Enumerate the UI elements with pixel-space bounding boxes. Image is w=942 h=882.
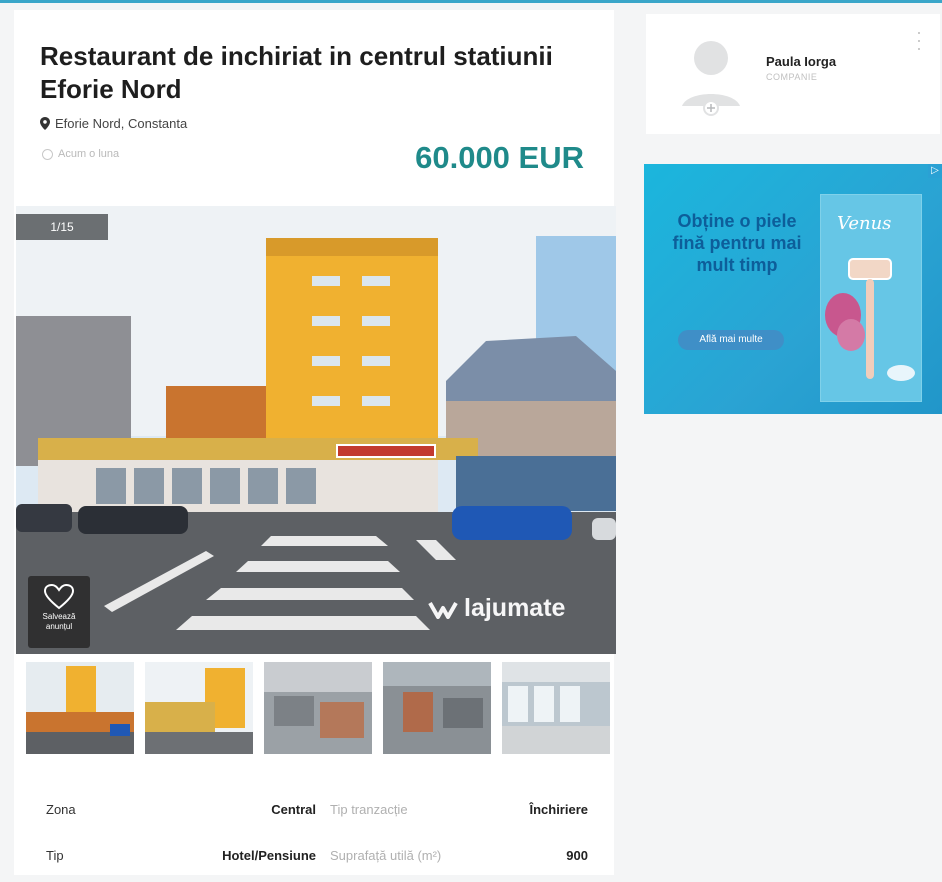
location-text: Eforie Nord, Constanta <box>55 116 188 131</box>
photo-counter: 1/15 <box>16 214 108 240</box>
ad-choices-icon[interactable]: ▷ <box>928 164 942 178</box>
watermark: lajumate <box>428 594 565 623</box>
listing-time: Acum o luna <box>42 148 119 160</box>
listing-title: Restaurant de inchiriat in centrul stati… <box>40 41 553 104</box>
details-row: Zona Central Tip tranzacție Închiriere <box>46 790 590 836</box>
time-text: Acum o luna <box>58 148 120 160</box>
clock-icon <box>42 148 53 160</box>
ad-cta-button[interactable]: Află mai multe <box>678 330 784 350</box>
heart-icon <box>44 584 74 610</box>
ad-headline: Obține o piele fină pentru mai mult timp <box>672 211 802 275</box>
detail-value: Închiriere <box>529 802 588 817</box>
seller-type: COMPANIE <box>766 72 818 82</box>
seller-name[interactable]: Paula Iorga <box>766 54 836 69</box>
detail-value: Hotel/Pensiune <box>222 848 316 863</box>
main-photo[interactable]: 1/15 Salvează anunțul lajumate <box>16 206 616 654</box>
watermark-text: lajumate <box>464 594 566 622</box>
ad-product-box: Venus <box>820 194 922 402</box>
detail-label: Zona <box>46 802 76 817</box>
thumbnail-5[interactable] <box>502 662 610 754</box>
save-listing-button[interactable]: Salvează anunțul <box>28 576 90 648</box>
save-listing-label: Salvează anunțul <box>42 612 76 631</box>
map-pin-icon <box>40 117 50 130</box>
detail-value: Central <box>271 802 316 817</box>
kebab-menu-icon[interactable]: · · · <box>916 23 922 57</box>
advertisement-banner[interactable]: ▷ Obține o piele fină pentru mai mult ti… <box>644 164 942 414</box>
ad-brand: Venus <box>837 213 892 234</box>
listing-price: 60.000 EUR <box>415 140 584 175</box>
detail-value: 900 <box>566 848 588 863</box>
detail-label: Tip tranzacție <box>330 802 408 817</box>
seller-panel: Paula Iorga COMPANIE · · · <box>646 14 940 134</box>
top-accent-bar <box>0 0 942 3</box>
listing-location[interactable]: Eforie Nord, Constanta <box>40 116 187 131</box>
main-photo-image <box>16 206 616 654</box>
listing-details: Zona Central Tip tranzacție Închiriere T… <box>46 790 590 882</box>
thumbnail-strip <box>26 662 610 754</box>
thumbnail-2[interactable] <box>145 662 253 754</box>
thumbnail-4[interactable] <box>383 662 491 754</box>
listing-card: Restaurant de inchiriat in centrul stati… <box>14 10 616 875</box>
thumbnail-1[interactable] <box>26 662 134 754</box>
details-row: Tip Hotel/Pensiune Suprafață utilă (m²) … <box>46 836 590 882</box>
watermark-logo-icon <box>428 601 458 619</box>
thumbnail-3[interactable] <box>264 662 372 754</box>
detail-label: Suprafață utilă (m²) <box>330 848 442 863</box>
user-avatar-icon[interactable] <box>680 36 742 116</box>
detail-label: Tip <box>46 848 64 863</box>
